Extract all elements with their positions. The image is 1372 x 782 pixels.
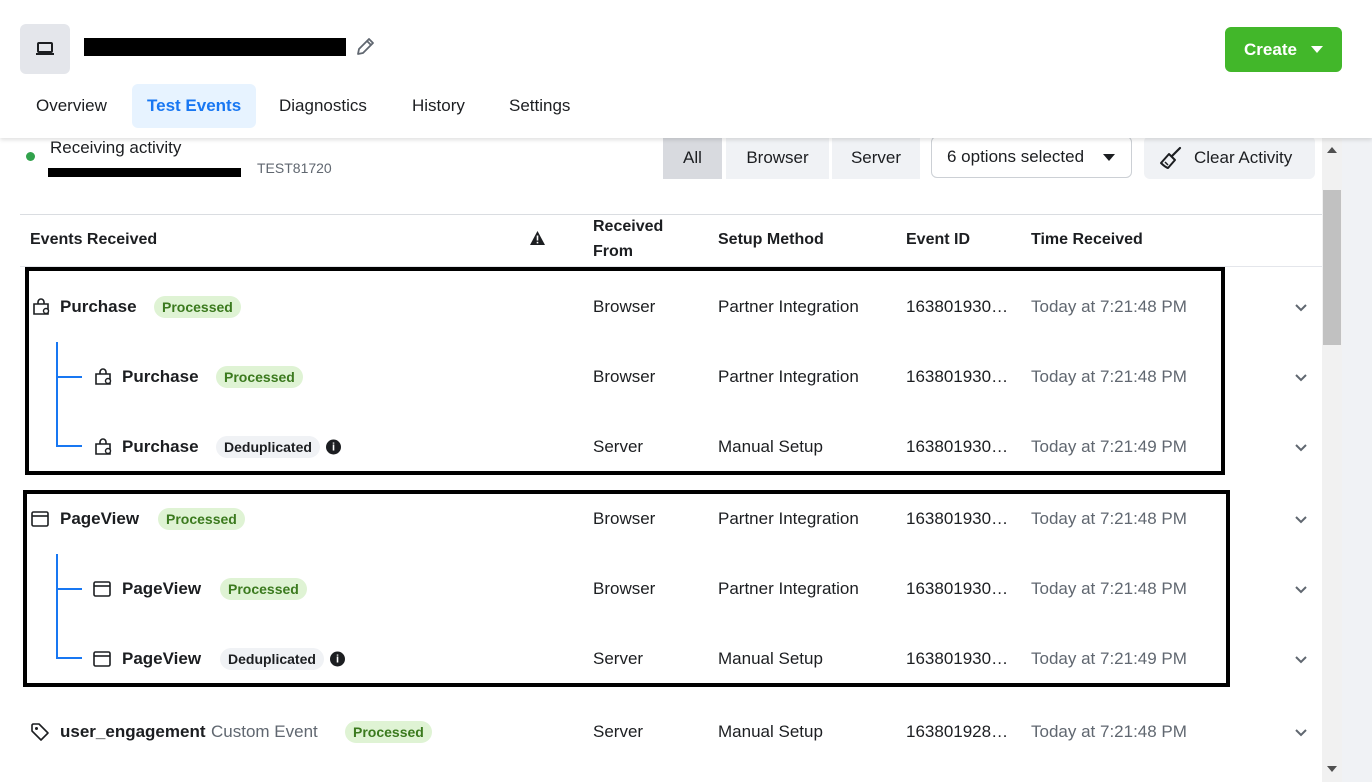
time-received: Today at 7:21:48 PM [1031,722,1187,741]
scrollbar-thumb[interactable] [1323,190,1341,345]
filter-server[interactable]: Server [832,136,920,179]
header-received-from-line2: From [593,243,633,260]
event-type: Custom Event [211,722,318,741]
status-label: Receiving activity [50,138,182,157]
tab-settings[interactable]: Settings [494,84,585,128]
tab-diagnostics[interactable]: Diagnostics [264,84,382,128]
warning-icon [529,230,546,246]
header-received-from-line1: Received [593,218,664,235]
chevron-down-icon[interactable] [1293,439,1309,455]
divider [20,214,1322,215]
tag-icon [30,722,50,742]
page-background [1342,138,1372,782]
tab-overview[interactable]: Overview [21,84,122,128]
test-event-code: TEST81720 [257,160,332,176]
header-setup-method: Setup Method [718,231,824,248]
chevron-down-icon[interactable] [1293,511,1309,527]
clear-activity-button[interactable]: Clear Activity [1144,136,1315,179]
highlight-box-pageview [23,490,1230,687]
broom-icon [1160,146,1182,169]
chevron-down-icon[interactable] [1293,299,1309,315]
status-badge: Processed [345,721,432,743]
edit-pencil-icon[interactable] [354,36,376,58]
caret-down-icon [1103,153,1115,161]
options-dropdown[interactable]: 6 options selected [931,136,1132,178]
chevron-down-icon[interactable] [1293,724,1309,740]
tab-test-events[interactable]: Test Events [132,84,257,128]
create-button[interactable]: Create [1225,27,1342,72]
event-name: user_engagement [60,722,206,741]
header-events-received: Events Received [30,231,158,248]
page-header: Create Overview Test Events Diagnostics … [0,0,1372,138]
options-dropdown-value: 6 options selected [947,147,1085,166]
caret-down-icon [1310,46,1323,53]
create-button-label: Create [1244,39,1297,59]
redacted-title [84,38,346,56]
header-event-id: Event ID [906,231,971,248]
setup-method: Manual Setup [718,722,823,741]
received-from: Server [593,722,644,741]
chevron-down-icon[interactable] [1293,369,1309,385]
header-time-received: Time Received [1031,231,1143,248]
chevron-down-icon[interactable] [1293,581,1309,597]
scroll-down-arrow-icon[interactable] [1327,766,1337,772]
redacted-domain [48,168,241,177]
status-dot [26,152,35,161]
laptop-icon [20,24,70,74]
filter-all[interactable]: All [663,136,722,179]
filter-browser[interactable]: Browser [726,136,829,179]
chevron-down-icon[interactable] [1293,651,1309,667]
highlight-box-purchase [25,267,1225,475]
tab-history[interactable]: History [397,84,480,128]
table-row[interactable]: user_engagement Custom Event Processed S… [0,697,1322,767]
scroll-up-arrow-icon[interactable] [1327,147,1337,153]
event-id: 163801928… [906,722,1009,741]
clear-activity-label: Clear Activity [1194,147,1293,167]
